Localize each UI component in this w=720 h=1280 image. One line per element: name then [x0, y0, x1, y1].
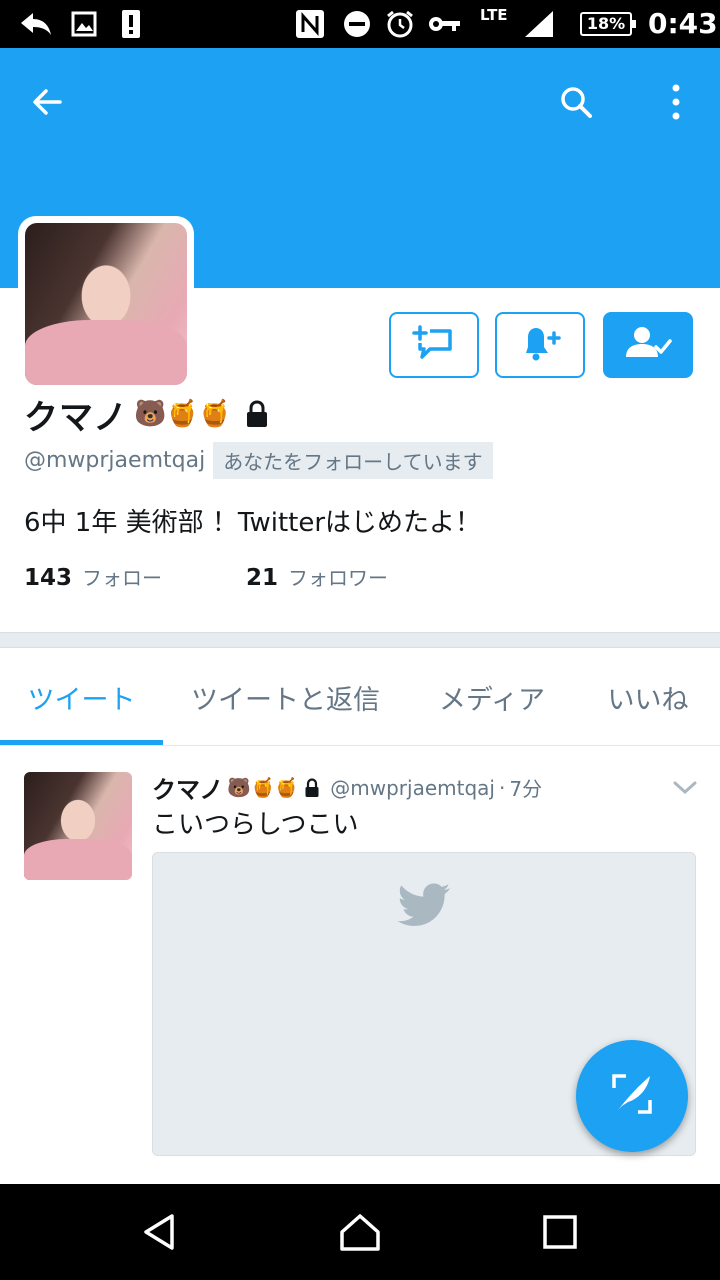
follows-you-badge: あなたをフォローしています	[213, 442, 493, 479]
nav-recents-button[interactable]	[530, 1204, 590, 1264]
profile-bio: 6中 1年 美術部 ！Twitterはじめたよ！	[24, 508, 482, 538]
handle-row: @mwprjaemtqaj あなたをフォローしています	[24, 442, 493, 479]
profile-handle: @mwprjaemtqaj	[24, 448, 206, 473]
tweet-author-emojis: 🐻🍯🍯	[227, 777, 299, 799]
search-icon	[558, 84, 594, 124]
nav-back-button[interactable]	[130, 1204, 190, 1264]
active-tab-indicator	[0, 740, 163, 745]
tab-likes[interactable]: いいね	[576, 648, 720, 746]
tweet-author-name: クマノ	[152, 776, 224, 804]
chevron-down-icon	[673, 780, 697, 799]
bell-plus-icon	[518, 323, 562, 367]
tweet-separator: ·	[498, 775, 506, 800]
followers-label: フォロワー	[288, 566, 389, 590]
battery-indicator: 18%	[580, 12, 636, 36]
tab-tweets-and-replies[interactable]: ツイートと返信	[163, 648, 408, 746]
direct-message-button[interactable]	[389, 312, 479, 378]
tab-media[interactable]: メディア	[408, 648, 576, 746]
search-button[interactable]	[548, 76, 604, 132]
square-recents-icon	[542, 1214, 578, 1254]
arrow-left-icon	[30, 84, 66, 124]
notifications-button[interactable]	[495, 312, 585, 378]
followers-count: 21	[246, 565, 279, 591]
tweet-timestamp: 7分	[509, 777, 543, 801]
compose-tweet-button[interactable]	[576, 1040, 688, 1152]
nav-home-button[interactable]	[330, 1204, 390, 1264]
lock-icon	[245, 400, 269, 428]
more-vertical-icon	[671, 84, 681, 124]
alarm-icon	[384, 8, 416, 40]
following-button[interactable]	[603, 312, 693, 378]
following-count: 143	[24, 565, 73, 591]
user-check-icon	[624, 323, 672, 367]
display-name: クマノ	[24, 397, 128, 438]
do-not-disturb-icon	[342, 8, 372, 40]
alert-icon	[120, 8, 142, 40]
home-icon	[338, 1212, 382, 1256]
reply-arrow-icon	[18, 8, 54, 40]
profile-avatar[interactable]	[18, 216, 194, 392]
image-icon	[70, 8, 98, 40]
tweet-menu-button[interactable]	[670, 774, 700, 804]
clock: 0:43	[648, 7, 718, 40]
status-bar: LTE 18% 0:43	[0, 0, 720, 48]
name-emojis: 🐻🍯🍯	[133, 399, 232, 429]
compose-feather-icon	[608, 1070, 656, 1122]
more-button[interactable]	[648, 76, 704, 132]
following-label: フォロー	[82, 566, 163, 590]
system-navigation-bar	[0, 1184, 720, 1280]
key-icon	[428, 8, 462, 40]
profile-name-row: クマノ 🐻🍯🍯	[24, 392, 269, 438]
signal-icon	[522, 8, 556, 40]
triangle-back-icon	[140, 1212, 180, 1256]
avatar-photo	[25, 223, 187, 385]
tweet-header: クマノ 🐻🍯🍯 @mwprjaemtqaj · 7分	[152, 770, 542, 805]
lock-icon	[304, 777, 320, 798]
twitter-bird-icon	[397, 883, 453, 933]
direct-message-icon	[412, 323, 456, 367]
tweet-author-handle: @mwprjaemtqaj	[330, 775, 495, 800]
tab-tweets[interactable]: ツイート	[0, 648, 163, 746]
tweet-text: こいつらしつこい	[152, 810, 359, 840]
following-stat[interactable]: 143 フォロー	[24, 562, 162, 591]
network-type: LTE	[480, 6, 508, 24]
nfc-icon	[294, 8, 326, 40]
profile-tabs: ツイート ツイートと返信 メディア いいね	[0, 648, 720, 746]
followers-stat[interactable]: 21 フォロワー	[246, 562, 388, 591]
back-button[interactable]	[20, 76, 76, 132]
section-divider	[0, 632, 720, 648]
tweet-avatar[interactable]	[24, 772, 132, 880]
